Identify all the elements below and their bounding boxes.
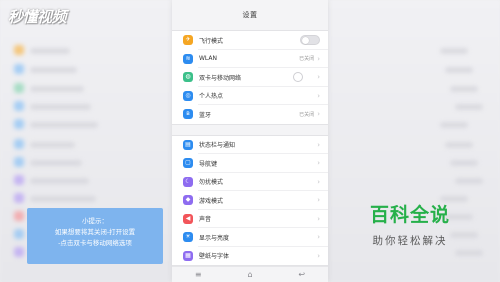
settings-row-label: 蓝牙 bbox=[199, 111, 212, 119]
blurred-text bbox=[30, 86, 84, 92]
blurred-text bbox=[30, 142, 75, 148]
tip-line-1: 如果想要将其关闭-打开设置 bbox=[54, 228, 136, 236]
blurred-text bbox=[455, 104, 483, 110]
settings-row-value: 已关闭 bbox=[299, 56, 315, 63]
settings-row-label: 显示与亮度 bbox=[199, 234, 230, 242]
brand-block: 百科全说 助你轻松解决 bbox=[350, 200, 470, 248]
settings-row-label: 勿扰模式 bbox=[199, 179, 224, 187]
blurred-icon bbox=[14, 247, 24, 257]
blurred-text bbox=[30, 160, 82, 166]
blurred-icon bbox=[14, 101, 24, 111]
blurred-icon bbox=[14, 139, 24, 149]
chevron-right-icon: › bbox=[317, 159, 320, 168]
settings-row-label: 导航键 bbox=[199, 160, 218, 168]
game-mode-icon: ◆ bbox=[183, 195, 193, 206]
home-icon[interactable]: ⌂ bbox=[247, 270, 252, 279]
watermark-logo: 秒懂视频 bbox=[8, 6, 67, 27]
back-icon[interactable]: ↩ bbox=[298, 270, 305, 279]
watermark-logo-text: 秒懂视频 bbox=[8, 8, 67, 26]
blurred-text bbox=[30, 67, 77, 73]
navigation-keys-icon: ▢ bbox=[183, 158, 193, 169]
status-indicator bbox=[293, 72, 304, 83]
wifi-icon: ≋ bbox=[183, 53, 193, 64]
blurred-text bbox=[440, 48, 468, 54]
settings-panel: 设置 ✈ 飞行模式 ≋ WLAN 已关闭 › ◍ 双卡与移动网络 › ◎ 个人热点 › ʙ 蓝牙 已关闭 › ▤… bbox=[172, 0, 328, 282]
blurred-icon bbox=[14, 175, 24, 185]
settings-row[interactable]: ☾ 勿扰模式 › bbox=[172, 173, 328, 192]
do-not-disturb-icon: ☾ bbox=[183, 176, 193, 187]
settings-row[interactable]: ☀ 显示与亮度 › bbox=[172, 228, 328, 247]
chevron-right-icon: › bbox=[317, 214, 320, 223]
hotspot-icon: ◎ bbox=[183, 90, 193, 101]
tip-line-2: -点击双卡与移动网络选项 bbox=[58, 239, 132, 247]
settings-row-label: WLAN bbox=[199, 55, 218, 63]
wallpaper-font-icon: ▦ bbox=[183, 250, 193, 261]
blurred-text bbox=[30, 196, 96, 202]
menu-icon[interactable]: ≡ bbox=[195, 270, 202, 279]
settings-row[interactable]: ≋ WLAN 已关闭 › bbox=[172, 50, 328, 69]
airplane-mode-toggle[interactable] bbox=[300, 35, 320, 46]
settings-row[interactable]: ʙ 蓝牙 已关闭 › bbox=[172, 105, 328, 124]
navigation-bar: ≡ ⌂ ↩ bbox=[172, 266, 328, 282]
settings-row[interactable]: ◆ 游戏模式 › bbox=[172, 191, 328, 210]
blurred-icon bbox=[14, 45, 24, 55]
display-brightness-icon: ☀ bbox=[183, 232, 193, 243]
settings-row[interactable]: ◀ 声音 › bbox=[172, 210, 328, 229]
chevron-right-icon: › bbox=[317, 140, 320, 149]
status-bar-icon: ▤ bbox=[183, 139, 193, 150]
blurred-icon bbox=[14, 83, 24, 93]
sim-card-icon: ◍ bbox=[183, 72, 193, 83]
settings-row-label: 壁纸与字体 bbox=[199, 253, 230, 261]
chevron-right-icon: › bbox=[317, 73, 320, 82]
settings-row[interactable]: ▤ 状态栏与通知 › bbox=[172, 136, 328, 155]
settings-row-label: 状态栏与通知 bbox=[199, 142, 236, 150]
blurred-text bbox=[30, 104, 91, 110]
settings-row-label: 个人热点 bbox=[199, 93, 224, 101]
brand-name: 百科全说 bbox=[369, 204, 450, 226]
chevron-right-icon: › bbox=[317, 110, 320, 119]
settings-row-label: 游戏模式 bbox=[199, 197, 224, 205]
settings-row[interactable]: ◍ 双卡与移动网络 › bbox=[172, 68, 328, 87]
settings-row-label: 飞行模式 bbox=[199, 37, 224, 45]
settings-title: 设置 bbox=[242, 11, 258, 19]
settings-row-label: 双卡与移动网络 bbox=[199, 74, 242, 82]
tip-box: 小提示： 如果想要将其关闭-打开设置 -点击双卡与移动网络选项 bbox=[27, 208, 163, 264]
settings-row[interactable]: ✈ 飞行模式 bbox=[172, 31, 328, 50]
blurred-text bbox=[30, 48, 70, 54]
chevron-right-icon: › bbox=[317, 91, 320, 100]
tip-heading: 小提示： bbox=[82, 217, 108, 225]
settings-row[interactable]: ◎ 个人热点 › bbox=[172, 87, 328, 106]
settings-row-label: 声音 bbox=[199, 216, 212, 224]
blurred-text bbox=[440, 122, 468, 128]
blurred-text bbox=[450, 160, 478, 166]
blurred-text bbox=[30, 122, 98, 128]
airplane-icon: ✈ bbox=[183, 35, 193, 46]
blurred-text bbox=[445, 67, 473, 73]
settings-row[interactable]: ▦ 壁纸与字体 › bbox=[172, 247, 328, 266]
blurred-icon bbox=[14, 229, 24, 239]
brand-slogan: 助你轻松解决 bbox=[372, 235, 448, 247]
chevron-right-icon: › bbox=[317, 54, 320, 63]
settings-list: ✈ 飞行模式 ≋ WLAN 已关闭 › ◍ 双卡与移动网络 › ◎ 个人热点 › ʙ 蓝牙 已关闭 › ▤ 状态栏… bbox=[172, 30, 328, 266]
blurred-text bbox=[30, 178, 89, 184]
settings-group: ▤ 状态栏与通知 › ▢ 导航键 › ☾ 勿扰模式 › ◆ 游戏模式 › ◀ 声音 › ☀ 显示与亮度 › ▦ 壁纸与… bbox=[172, 134, 328, 266]
blurred-icon bbox=[14, 119, 24, 129]
settings-row-value: 已关闭 bbox=[299, 111, 315, 118]
blurred-text bbox=[450, 86, 478, 92]
blurred-icon bbox=[14, 157, 24, 167]
bluetooth-icon: ʙ bbox=[183, 109, 193, 120]
blurred-text bbox=[455, 178, 483, 184]
settings-group: ✈ 飞行模式 ≋ WLAN 已关闭 › ◍ 双卡与移动网络 › ◎ 个人热点 › ʙ 蓝牙 已关闭 › bbox=[172, 30, 328, 125]
blurred-icon bbox=[14, 193, 24, 203]
blurred-text bbox=[445, 142, 473, 148]
sound-icon: ◀ bbox=[183, 213, 193, 224]
chevron-right-icon: › bbox=[317, 251, 320, 260]
chevron-right-icon: › bbox=[317, 233, 320, 242]
blurred-text bbox=[455, 250, 483, 256]
blurred-icon bbox=[14, 211, 24, 221]
blurred-icon bbox=[14, 64, 24, 74]
chevron-right-icon: › bbox=[317, 177, 320, 186]
chevron-right-icon: › bbox=[317, 196, 320, 205]
settings-row[interactable]: ▢ 导航键 › bbox=[172, 154, 328, 173]
